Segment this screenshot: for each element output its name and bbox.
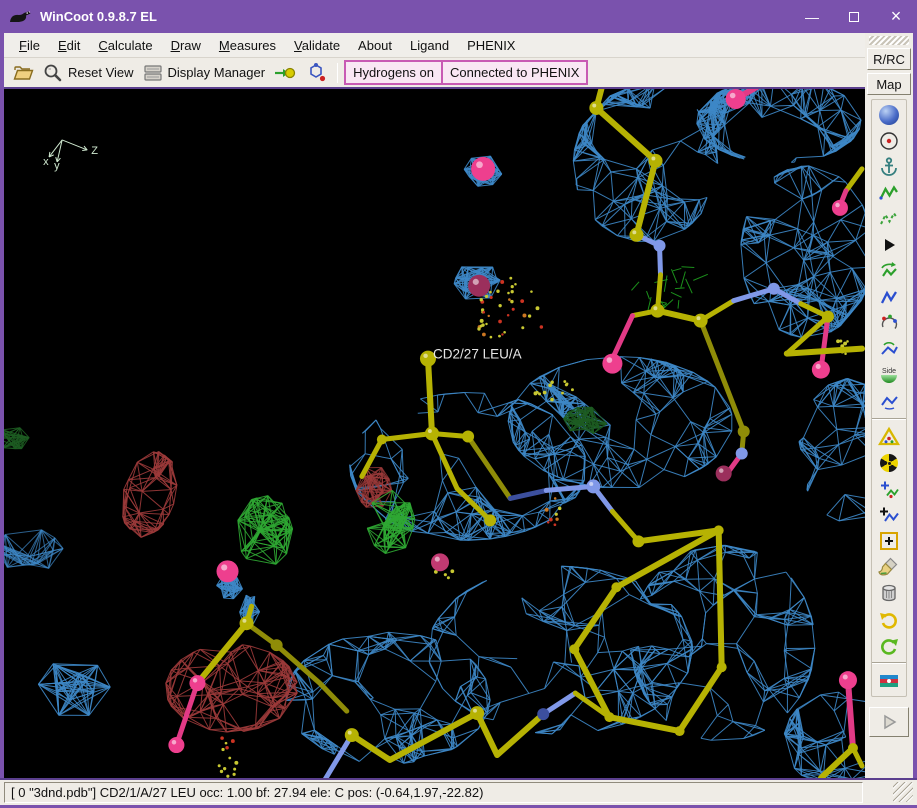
status-text: [ 0 "3dnd.pdb"] CD2/1/A/27 LEU occ: 1.00…	[4, 782, 863, 803]
edit-chi-angles-icon[interactable]	[876, 310, 902, 336]
recentre-target-icon[interactable]	[876, 128, 902, 154]
title-bar: WinCoot 0.9.8.7 EL — ×	[0, 0, 917, 33]
menu-item-calculate[interactable]: Calculate	[89, 35, 161, 56]
phenix-connection-button[interactable]: Connected to PHENIX	[441, 60, 588, 85]
atom-label: CD2/27 LEU/A	[433, 347, 522, 362]
magnifier-icon	[42, 62, 64, 84]
maximize-button[interactable]	[833, 0, 875, 33]
go-to-ligand-icon	[305, 62, 327, 84]
map-button[interactable]: Map	[867, 73, 911, 95]
maximize-icon	[849, 12, 859, 22]
mutate-residue-icon[interactable]	[876, 424, 902, 450]
regularize-zone-icon[interactable]	[876, 206, 902, 232]
play-icon	[878, 711, 900, 733]
menu-item-draw[interactable]: Draw	[162, 35, 210, 56]
display-manager-button[interactable]: Display Manager	[138, 60, 270, 86]
side-chain-flip-icon[interactable]: Side	[876, 362, 902, 388]
run-script-button[interactable]	[869, 707, 909, 737]
wincoot-window: WinCoot 0.9.8.7 EL — × FileEditCalculate…	[0, 0, 917, 808]
resize-grip[interactable]	[865, 780, 917, 805]
status-bar: [ 0 "3dnd.pdb"] CD2/1/A/27 LEU occ: 1.00…	[0, 778, 917, 805]
graphics-canvas[interactable]: Zxy CD2/27 LEU/A	[4, 89, 865, 778]
jed-flip-icon[interactable]	[876, 388, 902, 414]
go-to-atom-button[interactable]	[269, 60, 301, 86]
rotate-sphere-icon[interactable]	[876, 102, 902, 128]
svg-text:x: x	[43, 156, 49, 168]
close-button[interactable]: ×	[875, 0, 917, 33]
open-coordinates-button[interactable]	[8, 60, 38, 86]
real-space-refine-icon[interactable]	[876, 180, 902, 206]
rotate-translate-icon[interactable]	[876, 258, 902, 284]
rrc-button[interactable]: R/RC	[867, 48, 911, 70]
menu-bar: FileEditCalculateDrawMeasuresValidateAbo…	[4, 33, 865, 58]
svg-text:y: y	[54, 160, 60, 172]
redo-icon[interactable]	[876, 632, 902, 658]
folder-icon	[12, 62, 34, 84]
right-panel: R/RC Map	[865, 33, 913, 778]
display-manager-label: Display Manager	[168, 65, 266, 80]
reset-view-button[interactable]: Reset View	[38, 60, 138, 86]
delete-item-icon[interactable]	[876, 580, 902, 606]
add-terminal-residue-icon[interactable]	[876, 476, 902, 502]
toolbar-separator	[337, 63, 338, 83]
menu-item-file[interactable]: File	[10, 35, 49, 56]
svg-text:Z: Z	[91, 145, 98, 157]
reset-view-label: Reset View	[68, 65, 134, 80]
minimize-button[interactable]: —	[791, 0, 833, 33]
toolbar-separator	[872, 418, 906, 420]
toolbar: Reset View Display Manager	[4, 58, 865, 89]
mutate-autofit-icon[interactable]	[876, 450, 902, 476]
menu-item-ligand[interactable]: Ligand	[401, 35, 458, 56]
model-toolbar: Side	[871, 99, 907, 697]
hydrogens-toggle-button[interactable]: Hydrogens on	[344, 60, 443, 85]
panel-grip[interactable]	[869, 36, 909, 45]
flip-peptide-icon[interactable]	[876, 336, 902, 362]
menu-item-measures[interactable]: Measures	[210, 35, 285, 56]
place-atom-at-pointer-icon[interactable]	[876, 528, 902, 554]
undo-icon[interactable]	[876, 606, 902, 632]
toolbar-separator	[872, 662, 906, 664]
side-label: Side	[882, 368, 896, 375]
scene-svg: Zxy CD2/27 LEU/A	[4, 89, 865, 778]
fixed-atoms-icon[interactable]	[876, 232, 902, 258]
add-alt-conf-icon[interactable]	[876, 502, 902, 528]
clear-brush-icon[interactable]	[876, 554, 902, 580]
menu-item-edit[interactable]: Edit	[49, 35, 89, 56]
window-title: WinCoot 0.9.8.7 EL	[40, 9, 791, 24]
refmac-flag-icon[interactable]	[876, 668, 902, 694]
menu-item-validate[interactable]: Validate	[285, 35, 349, 56]
menu-item-phenix[interactable]: PHENIX	[458, 35, 524, 56]
go-to-atom-icon	[273, 62, 297, 84]
rotamer-icon[interactable]	[876, 284, 902, 310]
go-to-ligand-button[interactable]	[301, 60, 331, 86]
coot-bird-icon	[8, 8, 34, 26]
anchor-icon[interactable]	[876, 154, 902, 180]
menu-item-about[interactable]: About	[349, 35, 401, 56]
display-manager-icon	[142, 62, 164, 84]
